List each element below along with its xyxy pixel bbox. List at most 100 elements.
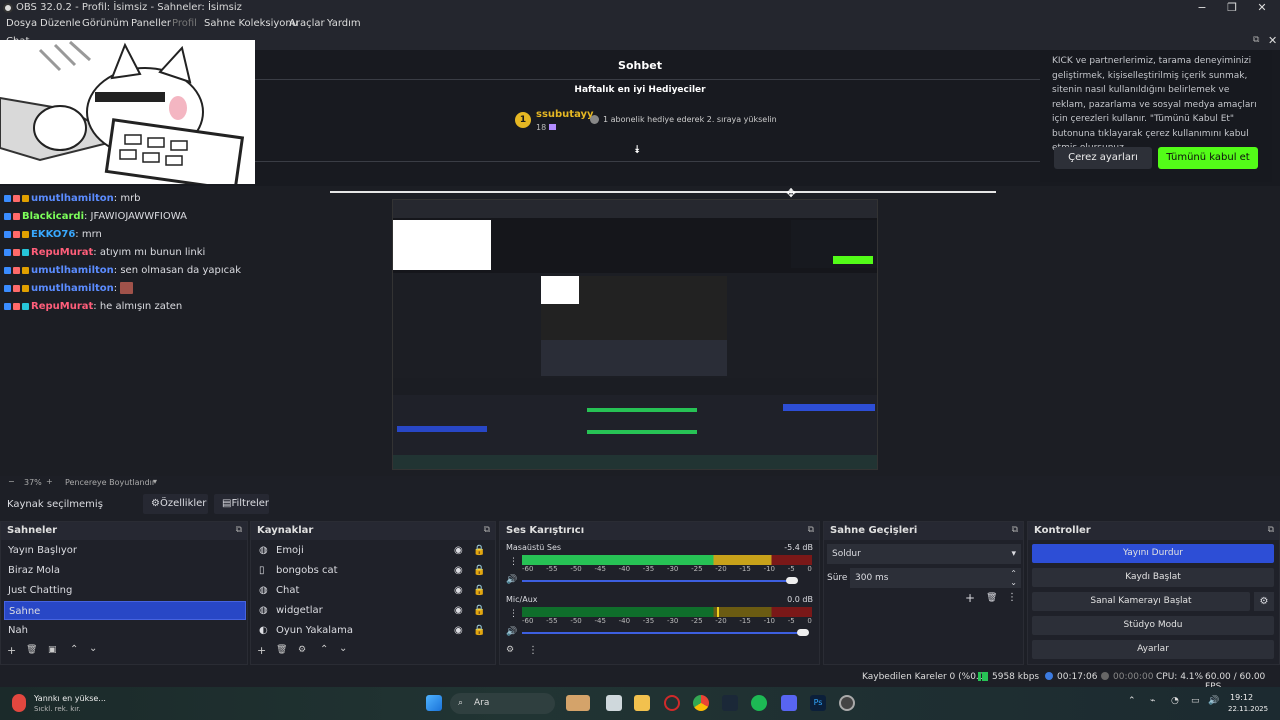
zoom-value[interactable]: 37%	[24, 478, 42, 487]
taskbar-search[interactable]: ⌕ Ara	[450, 693, 555, 714]
channel-menu-icon[interactable]: ⋮	[509, 557, 518, 567]
properties-button[interactable]: ⚙Özellikler	[143, 494, 208, 514]
windows-start-icon[interactable]	[426, 695, 442, 711]
scene-item[interactable]: Yayın Başlıyor	[4, 541, 244, 560]
volume-slider[interactable]	[522, 632, 803, 634]
display-icon[interactable]: ▭	[1191, 696, 1200, 706]
dock-close-icon[interactable]: ✕	[1268, 34, 1277, 47]
maximize-button[interactable]: ❐	[1222, 1, 1242, 14]
add-transition-icon[interactable]: +	[965, 591, 975, 605]
network-icon[interactable]: ⌁	[1150, 696, 1155, 706]
volume-slider-handle[interactable]	[786, 577, 798, 584]
lock-icon[interactable]: 🔒	[473, 541, 485, 560]
panel-float-icon[interactable]: ⧉	[1012, 525, 1018, 535]
remove-transition-icon[interactable]: 🗑	[986, 593, 997, 603]
channel-menu-icon[interactable]: ⋮	[509, 609, 518, 619]
weather-icon[interactable]	[12, 694, 26, 712]
clock-time[interactable]: 19:12	[1230, 693, 1253, 702]
studio-mode-button[interactable]: Stüdyo Modu	[1032, 616, 1274, 635]
task-view-icon[interactable]	[606, 695, 622, 711]
menu-edit[interactable]: Düzenle	[40, 18, 81, 29]
cookie-settings-button[interactable]: Çerez ayarları	[1054, 147, 1152, 169]
weather-title[interactable]: Yannkı en yükse...	[34, 694, 106, 703]
visibility-eye-icon[interactable]: ◉	[454, 601, 463, 620]
obs-taskbar-icon[interactable]	[839, 695, 855, 711]
tray-overflow-icon[interactable]: ⌃	[1128, 696, 1136, 706]
move-up-icon[interactable]: ⌃	[70, 644, 78, 655]
menu-file[interactable]: Dosya	[6, 18, 37, 29]
stop-streaming-button[interactable]: Yayını Durdur	[1032, 544, 1274, 563]
zoom-dropdown-icon[interactable]: ▾	[153, 477, 157, 486]
chrome-icon[interactable]	[693, 695, 709, 711]
menu-view[interactable]: Görünüm	[82, 18, 129, 29]
source-item[interactable]: ▯ bongobs cat ◉ 🔒	[254, 561, 490, 580]
collapse-arrow-icon[interactable]: ⯯	[634, 143, 641, 157]
spin-down-icon[interactable]: ⌄	[1010, 573, 1017, 593]
scene-item[interactable]: Nah	[4, 621, 244, 640]
duration-spinbox[interactable]: 300 ms ⌃ ⌄	[850, 568, 1021, 588]
advanced-audio-icon[interactable]: ⚙	[506, 645, 514, 655]
source-properties-icon[interactable]: ⚙	[298, 645, 306, 655]
transition-select[interactable]: Soldur ▾	[827, 544, 1021, 564]
remove-source-icon[interactable]: 🗑	[276, 645, 287, 655]
move-down-icon[interactable]: ⌄	[339, 643, 347, 654]
close-window-button[interactable]: ✕	[1252, 1, 1272, 14]
source-item[interactable]: ◍ widgetlar ◉ 🔒	[254, 601, 490, 620]
visibility-eye-icon[interactable]: ◉	[454, 581, 463, 600]
mixer-menu-icon[interactable]: ⋮	[528, 645, 538, 656]
start-recording-button[interactable]: Kaydı Başlat	[1032, 568, 1274, 587]
start-virtual-camera-button[interactable]: Sanal Kamerayı Başlat	[1032, 592, 1250, 611]
dock-float-icon[interactable]: ⧉	[1253, 35, 1259, 45]
zoom-in-button[interactable]: +	[46, 477, 53, 486]
volume-icon[interactable]: 🔊	[1208, 696, 1219, 706]
menu-docks[interactable]: Paneller	[131, 18, 171, 29]
lock-icon[interactable]: 🔒	[473, 561, 485, 580]
zoom-mode[interactable]: Pencereye Boyutlandır	[65, 478, 155, 487]
discord-icon[interactable]	[781, 695, 797, 711]
spotify-icon[interactable]	[751, 695, 767, 711]
source-item[interactable]: ◍ Emoji ◉ 🔒	[254, 541, 490, 560]
steam-icon[interactable]	[722, 695, 738, 711]
file-explorer-icon[interactable]	[634, 695, 650, 711]
source-item[interactable]: ◍ Chat ◉ 🔒	[254, 581, 490, 600]
lock-icon[interactable]: 🔒	[473, 621, 485, 640]
wifi-icon[interactable]: ◔	[1171, 696, 1179, 706]
gifter-name[interactable]: ssubutayy	[536, 109, 594, 120]
move-up-icon[interactable]: ⌃	[320, 644, 328, 655]
scene-item[interactable]: Biraz Mola	[4, 561, 244, 580]
search-highlight-icon[interactable]	[566, 695, 590, 711]
move-down-icon[interactable]: ⌄	[89, 643, 97, 654]
filters-icon[interactable]: ▣	[48, 645, 57, 655]
panel-float-icon[interactable]: ⧉	[236, 525, 242, 535]
panel-float-icon[interactable]: ⧉	[808, 525, 814, 535]
zoom-out-button[interactable]: −	[8, 477, 15, 486]
volume-slider[interactable]	[522, 580, 792, 582]
panel-float-icon[interactable]: ⧉	[484, 525, 490, 535]
speaker-icon[interactable]: 🔊	[506, 575, 517, 585]
clock-date[interactable]: 22.11.2025	[1228, 705, 1268, 713]
minimize-button[interactable]: −	[1192, 1, 1212, 14]
accept-all-cookies-button[interactable]: Tümünü kabul et	[1158, 147, 1258, 169]
filters-button[interactable]: ▤Filtreler	[214, 494, 269, 514]
menu-tools[interactable]: Araçlar	[289, 18, 325, 29]
visibility-eye-icon[interactable]: ◉	[454, 561, 463, 580]
lock-icon[interactable]: 🔒	[473, 581, 485, 600]
source-item[interactable]: ◐ Oyun Yakalama ◉ 🔒	[254, 621, 490, 640]
add-source-icon[interactable]: +	[257, 644, 266, 657]
speaker-icon[interactable]: 🔊	[506, 627, 517, 637]
lock-icon[interactable]: 🔒	[473, 601, 485, 620]
visibility-eye-icon[interactable]: ◉	[454, 541, 463, 560]
remove-scene-icon[interactable]: 🗑	[26, 645, 37, 655]
menu-scene-collection[interactable]: Sahne Koleksiyonu	[204, 18, 298, 29]
opera-icon[interactable]	[664, 695, 680, 711]
menu-help[interactable]: Yardım	[327, 18, 361, 29]
scene-item-selected[interactable]: Sahne	[4, 601, 246, 620]
virtual-camera-settings-icon[interactable]: ⚙	[1254, 592, 1274, 611]
scene-item[interactable]: Just Chatting	[4, 581, 244, 600]
visibility-eye-icon[interactable]: ◉	[454, 621, 463, 640]
settings-button[interactable]: Ayarlar	[1032, 640, 1274, 659]
volume-slider-handle[interactable]	[797, 629, 809, 636]
transition-menu-icon[interactable]: ⋮	[1007, 592, 1017, 603]
photoshop-icon[interactable]: Ps	[810, 695, 826, 711]
add-scene-icon[interactable]: +	[7, 644, 16, 657]
